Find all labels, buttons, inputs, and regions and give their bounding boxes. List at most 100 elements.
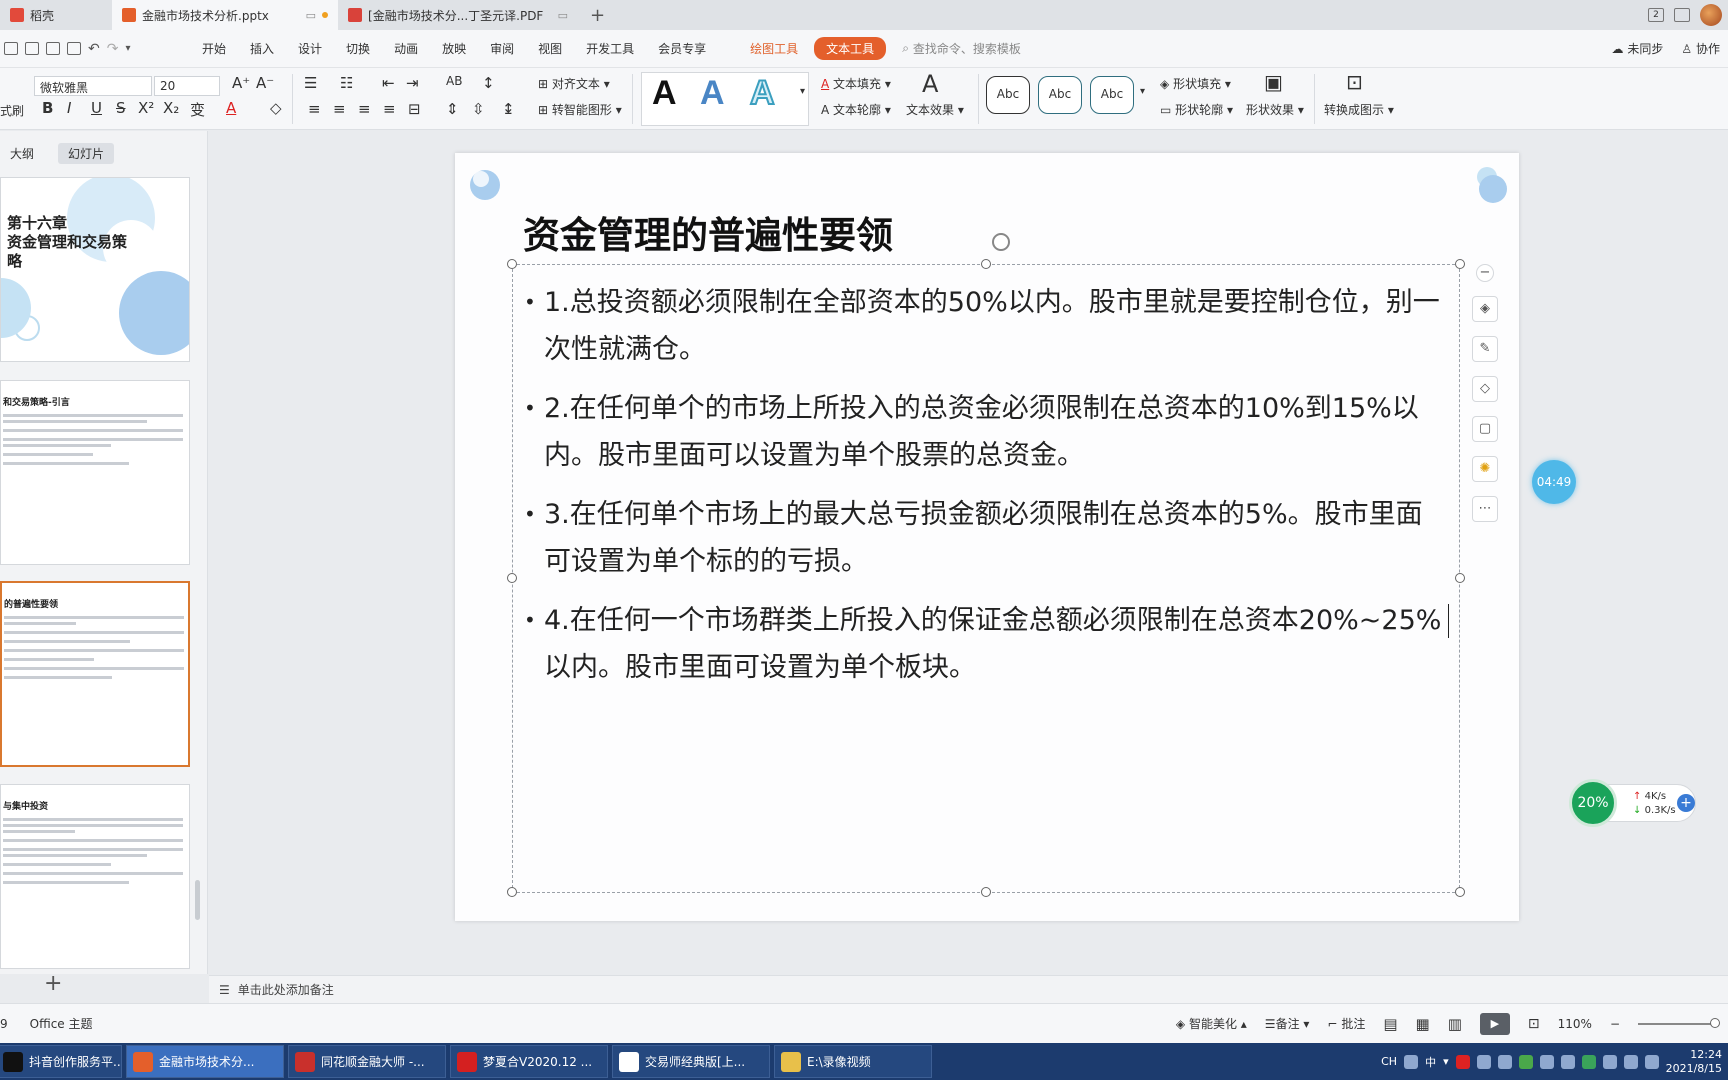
menu-text-tools[interactable]: 文本工具 — [814, 37, 887, 60]
current-slide[interactable]: 资金管理的普遍性要领 • 1.总投资额必须限制在全部资本的50%以内。股市里就是要… — [455, 153, 1519, 921]
menu-view[interactable]: 视图 — [526, 40, 574, 57]
resize-handle-e[interactable] — [1455, 573, 1465, 583]
search-tray-icon[interactable] — [1404, 1054, 1419, 1069]
justify-icon[interactable]: ≡ — [383, 100, 396, 118]
taskbar-item-explorer[interactable]: E:\录像视频 — [774, 1045, 932, 1078]
update-tray-icon[interactable] — [1581, 1054, 1596, 1069]
app2-tray-icon[interactable] — [1602, 1054, 1617, 1069]
text-direction-icon[interactable]: AB — [446, 74, 462, 88]
command-search[interactable]: ⌕ 查找命令、搜索模板 — [902, 40, 1021, 57]
recording-timer[interactable]: 04:49 — [1532, 460, 1576, 504]
bold-icon[interactable]: B — [42, 99, 53, 117]
save-icon[interactable] — [4, 42, 18, 55]
zoom-slider[interactable] — [1638, 1017, 1720, 1028]
bullet-item[interactable]: • 3.在任何单个市场上的最大总亏损金额必须限制在总资本的5%。股市里面可设置为单… — [524, 491, 1449, 585]
outdent-icon[interactable]: ⇤ — [382, 74, 395, 92]
bullet-list-icon[interactable]: ☰ — [304, 74, 317, 92]
menu-home[interactable]: 开始 — [190, 40, 238, 57]
text-style-black[interactable]: A — [652, 74, 677, 113]
slide-thumb-4[interactable]: 与集中投资 — [0, 784, 190, 969]
taskbar-item-mengxiahe[interactable]: 梦夏合V2020.12 ... — [450, 1045, 608, 1078]
text-style-blue[interactable]: A — [700, 74, 725, 113]
bullet-item[interactable]: • 2.在任何单个的市场上所投入的总资金必须限制在总资本的10%到15%以内。股市… — [524, 385, 1449, 479]
undo-icon[interactable]: ↶ — [88, 41, 100, 57]
menu-review[interactable]: 审阅 — [478, 40, 526, 57]
volume-tray-icon[interactable] — [1560, 1054, 1575, 1069]
phonetic-icon[interactable]: 变 — [190, 99, 205, 120]
collab-button[interactable]: ♙ 协作 — [1681, 40, 1720, 57]
shape-outline-button[interactable]: ▭ 形状轮廓 ▾ — [1160, 101, 1233, 118]
menu-animation[interactable]: 动画 — [382, 40, 430, 57]
bullet-item[interactable]: • 1.总投资额必须限制在全部资本的50%以内。股市里就是要控制仓位，别一次性就满… — [524, 279, 1449, 373]
text-style-outline[interactable]: A — [749, 73, 776, 113]
taskbar-item-douyin[interactable]: 抖音创作服务平... — [0, 1045, 122, 1078]
notification-tray-icon[interactable] — [1644, 1054, 1659, 1069]
tab-daoke[interactable]: 稻壳 — [0, 0, 64, 30]
shape-style-3[interactable]: Abc — [1090, 76, 1134, 114]
avatar[interactable] — [1700, 4, 1722, 26]
text-effect-icon[interactable]: A — [922, 70, 938, 98]
screen-icon[interactable]: ▭ — [558, 9, 568, 22]
underline-icon[interactable]: U — [91, 99, 102, 117]
resize-handle-nw[interactable] — [507, 259, 517, 269]
zoom-knob[interactable] — [1710, 1017, 1720, 1028]
layers-icon[interactable]: ◈ — [1472, 296, 1498, 322]
italic-icon[interactable]: I — [67, 99, 71, 117]
numbered-list-icon[interactable]: ☷ — [340, 74, 353, 92]
thumbnail-scrollbar[interactable] — [195, 880, 200, 920]
superscript-icon[interactable]: X² — [138, 99, 154, 117]
resize-handle-ne[interactable] — [1455, 259, 1465, 269]
more-icon[interactable]: ▾ — [125, 43, 130, 54]
text-outline-button[interactable]: A 文本轮廓 ▾ — [821, 101, 891, 118]
rotate-handle[interactable] — [992, 233, 1010, 251]
menu-slideshow[interactable]: 放映 — [430, 40, 478, 57]
resize-handle-s[interactable] — [981, 887, 991, 897]
ime-lang[interactable]: CH — [1381, 1055, 1397, 1068]
ime-mode[interactable]: 中 — [1425, 1054, 1436, 1070]
menu-drawing-tools[interactable]: 绘图工具 — [738, 40, 810, 57]
tab-pptx[interactable]: 金融市场技术分析.pptx ▭ — [112, 0, 339, 30]
tab-slides[interactable]: 幻灯片 — [58, 143, 115, 164]
taskbar-item-wps[interactable]: 金融市场技术分... — [126, 1045, 284, 1078]
network-tray-icon[interactable] — [1539, 1054, 1554, 1069]
fill-icon[interactable]: ◇ — [1472, 376, 1498, 402]
add-icon[interactable]: + — [1677, 794, 1695, 812]
taskbar-item-trader[interactable]: 交易师经典版[上... — [612, 1045, 770, 1078]
sync-status-button[interactable]: ☁ 未同步 — [1612, 40, 1664, 57]
line-spacing-icon[interactable]: ↕ — [482, 74, 495, 92]
resize-handle-sw[interactable] — [507, 887, 517, 897]
print-icon[interactable] — [46, 42, 60, 55]
slide-thumb-2[interactable]: 和交易策略-引言 — [0, 380, 190, 565]
clock[interactable]: 12:24 2021/8/15 — [1666, 1048, 1722, 1076]
resize-handle-se[interactable] — [1455, 887, 1465, 897]
preview-icon[interactable] — [67, 42, 81, 55]
chat-tray-icon[interactable] — [1497, 1054, 1512, 1069]
font-name-select[interactable]: 微软雅黑 — [34, 76, 152, 96]
smart-shape-button[interactable]: ⊞ 转智能图形 ▾ — [538, 101, 622, 118]
format-brush-button[interactable]: 式刷 — [0, 102, 24, 119]
screen-icon[interactable]: ▭ — [306, 9, 316, 22]
convert-diagram-icon[interactable]: ⊡ — [1346, 70, 1363, 94]
align-left-icon[interactable]: ≡ — [308, 100, 321, 118]
menu-member[interactable]: 会员专享 — [646, 40, 718, 57]
zoom-level[interactable]: 110% — [1558, 1017, 1592, 1031]
app-tray-icon[interactable] — [1476, 1054, 1491, 1069]
indent-icon[interactable]: ⇥ — [406, 74, 419, 92]
gallery-more-icon[interactable]: ▾ — [800, 86, 805, 97]
redo-icon[interactable]: ↷ — [107, 41, 119, 57]
font-color-icon[interactable]: A — [226, 99, 236, 117]
subscript-icon[interactable]: X₂ — [163, 99, 179, 117]
comments-button[interactable]: ⌐ 批注 — [1327, 1015, 1365, 1032]
collapse-icon[interactable]: − — [1476, 264, 1494, 282]
normal-view-icon[interactable]: ▤ — [1383, 1015, 1397, 1033]
shape-style-1[interactable]: Abc — [986, 76, 1030, 114]
line-height-icon[interactable]: ↨ — [502, 100, 515, 118]
smart-beautify-button[interactable]: ◈ 智能美化 ▴ — [1176, 1015, 1247, 1032]
tab-outline[interactable]: 大纲 — [0, 143, 44, 164]
resize-handle-w[interactable] — [507, 573, 517, 583]
convert-diagram-button[interactable]: 转换成图示 ▾ — [1324, 101, 1394, 118]
align-right-icon[interactable]: ≡ — [358, 100, 371, 118]
ime-more-icon[interactable]: ▾ — [1443, 1055, 1449, 1068]
network-speed-widget[interactable]: 20% ↑ 4K/s ↓ 0.3K/s + — [1569, 779, 1696, 827]
resize-handle-n[interactable] — [981, 259, 991, 269]
